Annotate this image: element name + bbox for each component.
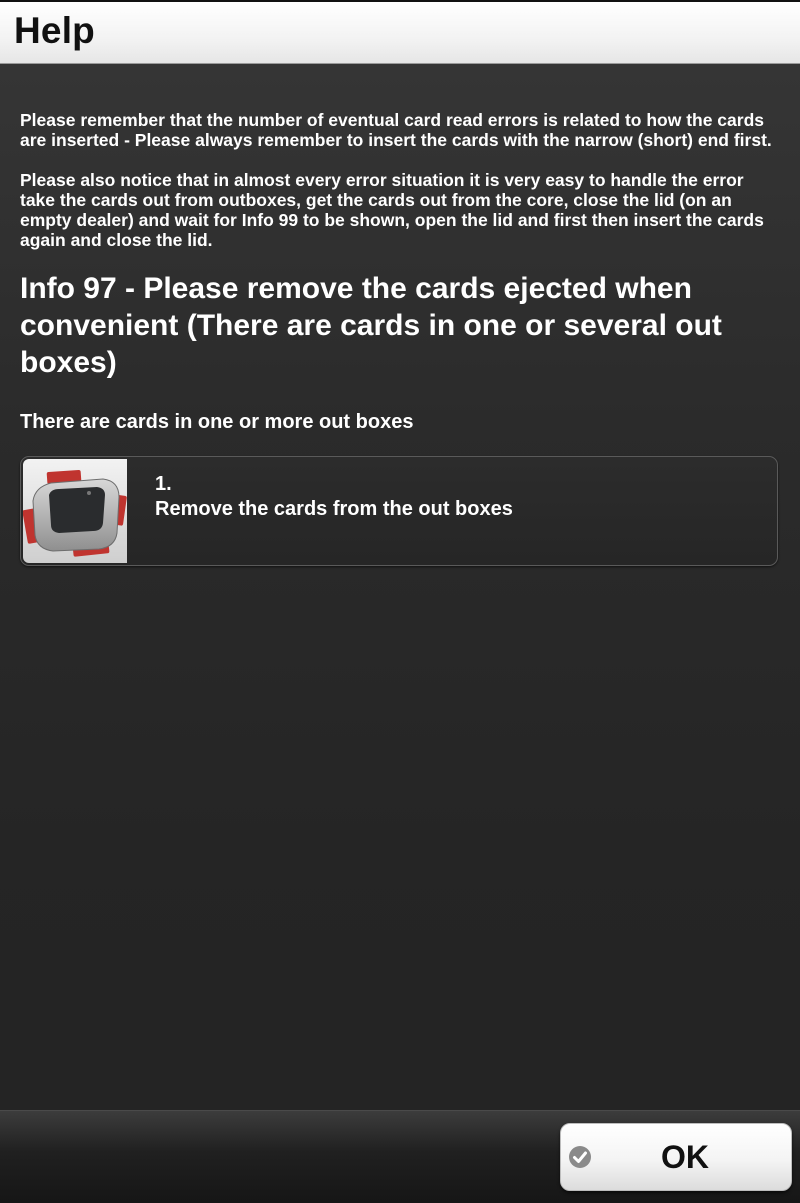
title-bar: Help (0, 0, 800, 64)
card-dealer-illustration (23, 459, 127, 563)
step-card-1: 1. Remove the cards from the out boxes (20, 456, 778, 566)
step-number: 1. (155, 473, 172, 495)
info-title: Info 97 - Please remove the cards ejecte… (20, 272, 722, 379)
info-subtitle: There are cards in one or more out boxes (20, 411, 414, 433)
ok-button[interactable]: OK (560, 1123, 792, 1191)
intro-paragraph-2: Please also notice that in almost every … (20, 170, 764, 250)
step-text: Remove the cards from the out boxes (155, 498, 513, 520)
footer-bar: OK (0, 1110, 800, 1203)
page-title: Help (14, 10, 95, 51)
help-content: Please remember that the number of event… (20, 110, 782, 464)
help-screen: Help Please remember that the number of … (0, 0, 800, 1203)
ok-label: OK (661, 1139, 709, 1175)
intro-paragraph-1: Please remember that the number of event… (20, 110, 772, 150)
